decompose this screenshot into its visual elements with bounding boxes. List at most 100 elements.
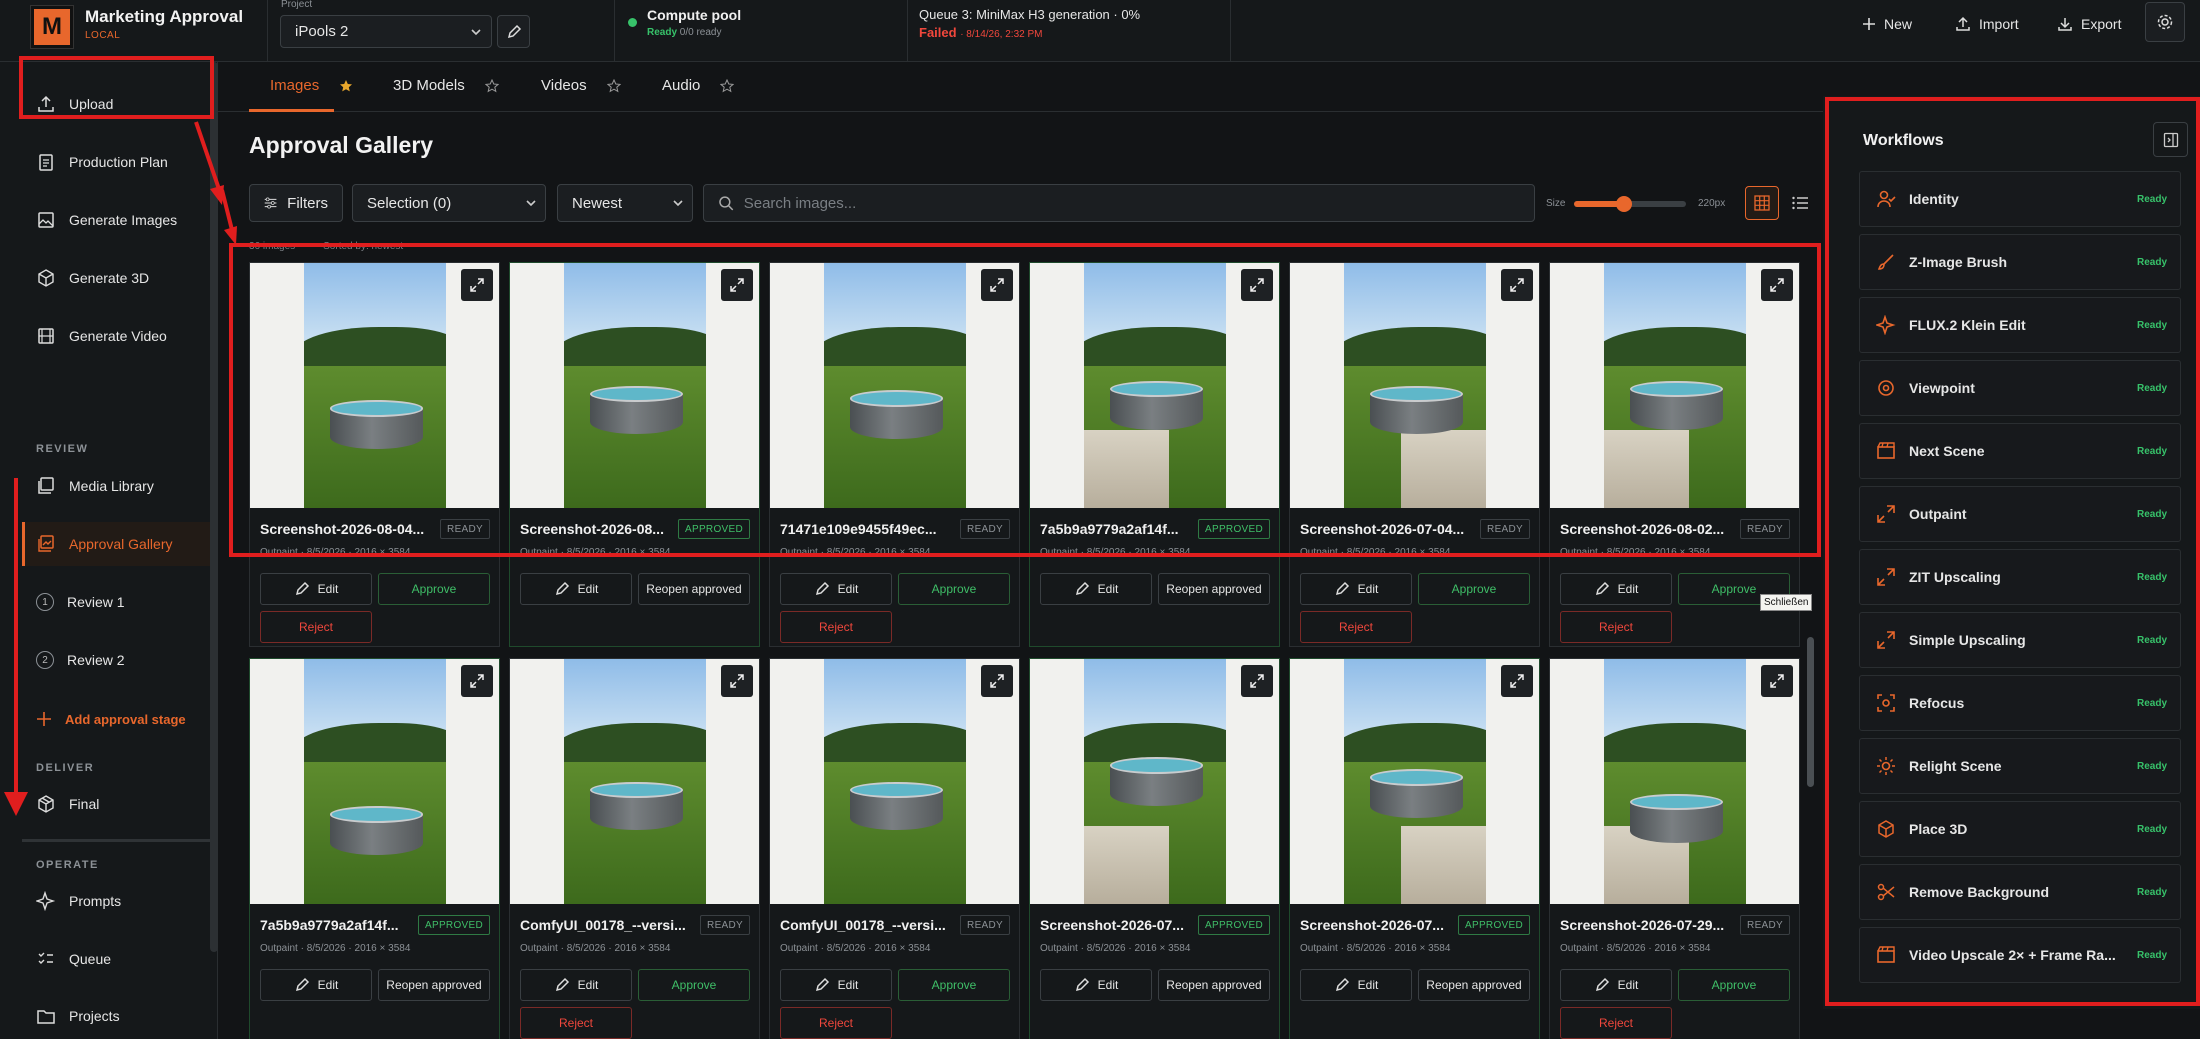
workflow-item[interactable]: Outpaint Ready	[1859, 486, 2181, 542]
gallery-card[interactable]: Screenshot-2026-08... APPROVED Outpaint …	[509, 262, 760, 647]
expand-image-button[interactable]	[981, 665, 1013, 697]
sidebar-item-generate-3d[interactable]: Generate 3D	[22, 256, 210, 300]
expand-image-button[interactable]	[1241, 665, 1273, 697]
workflow-item[interactable]: Next Scene Ready	[1859, 423, 2181, 479]
grid-view-button[interactable]	[1745, 186, 1779, 220]
settings-button[interactable]	[2145, 2, 2185, 42]
gallery-card[interactable]: Screenshot-2026-08-02... READY Outpaint …	[1549, 262, 1800, 647]
approve-button[interactable]: Approve	[1418, 573, 1530, 605]
edit-button[interactable]: Edit	[1300, 969, 1412, 1001]
workflow-item[interactable]: Viewpoint Ready	[1859, 360, 2181, 416]
reject-button[interactable]: Reject	[780, 611, 892, 643]
image-thumbnail[interactable]	[1550, 263, 1799, 508]
edit-button[interactable]: Edit	[1300, 573, 1412, 605]
gallery-card[interactable]: ComfyUI_00178_--versi... READY Outpaint …	[509, 658, 760, 1039]
expand-image-button[interactable]	[721, 269, 753, 301]
image-thumbnail[interactable]	[1550, 659, 1799, 904]
workflow-item[interactable]: Simple Upscaling Ready	[1859, 612, 2181, 668]
workflow-item[interactable]: ZIT Upscaling Ready	[1859, 549, 2181, 605]
expand-image-button[interactable]	[461, 269, 493, 301]
image-thumbnail[interactable]	[770, 659, 1019, 904]
sidebar-item-projects[interactable]: Projects	[22, 994, 210, 1038]
sidebar-scrollbar[interactable]	[210, 62, 218, 952]
sidebar-item-generate-video[interactable]: Generate Video	[22, 314, 210, 358]
sidebar-item-approval-gallery[interactable]: Approval Gallery	[22, 522, 210, 566]
approve-button[interactable]: Approve	[638, 969, 750, 1001]
queue-status[interactable]: Failed · 8/14/26, 2:32 PM	[919, 25, 1042, 40]
star-icon[interactable]	[720, 78, 735, 93]
star-icon[interactable]	[484, 78, 499, 93]
workflow-item[interactable]: Identity Ready	[1859, 171, 2181, 227]
approve-button[interactable]: Approve	[378, 573, 490, 605]
sidebar-item-review-2[interactable]: 2 Review 2	[22, 638, 210, 682]
sidebar-item-prompts[interactable]: Prompts	[22, 879, 210, 923]
size-slider-handle[interactable]	[1616, 196, 1633, 212]
expand-image-button[interactable]	[1501, 665, 1533, 697]
image-thumbnail[interactable]	[1290, 659, 1539, 904]
tab-videos[interactable]: Videos	[541, 77, 621, 94]
search-box[interactable]	[703, 184, 1535, 222]
edit-button[interactable]: Edit	[260, 969, 372, 1001]
workflow-item[interactable]: Z-Image Brush Ready	[1859, 234, 2181, 290]
new-button[interactable]: New	[1862, 12, 1912, 36]
gallery-card[interactable]: Screenshot-2026-07... APPROVED Outpaint …	[1289, 658, 1540, 1039]
reopen-approved-button[interactable]: Reopen approved	[1418, 969, 1530, 1001]
sidebar-item-production-plan[interactable]: Production Plan	[22, 140, 210, 184]
expand-image-button[interactable]	[981, 269, 1013, 301]
expand-image-button[interactable]	[721, 665, 753, 697]
approve-button[interactable]: Approve	[898, 969, 1010, 1001]
search-input[interactable]	[743, 194, 1520, 212]
tab-audio[interactable]: Audio	[662, 77, 735, 94]
collapse-panel-button[interactable]	[2153, 122, 2188, 157]
workflow-item[interactable]: Refocus Ready	[1859, 675, 2181, 731]
edit-button[interactable]: Edit	[780, 573, 892, 605]
workflow-item[interactable]: Relight Scene Ready	[1859, 738, 2181, 794]
workflow-item[interactable]: Place 3D Ready	[1859, 801, 2181, 857]
gallery-card[interactable]: Screenshot-2026-07... APPROVED Outpaint …	[1029, 658, 1280, 1039]
gallery-card[interactable]: Screenshot-2026-08-04... READY Outpaint …	[249, 262, 500, 647]
gallery-card[interactable]: 7a5b9a9779a2af14f... APPROVED Outpaint ·…	[249, 658, 500, 1039]
edit-project-button[interactable]	[497, 15, 530, 48]
size-slider[interactable]	[1574, 196, 1686, 212]
workflow-item[interactable]: FLUX.2 Klein Edit Ready	[1859, 297, 2181, 353]
image-thumbnail[interactable]	[510, 263, 759, 508]
reject-button[interactable]: Reject	[260, 611, 372, 643]
sidebar-item-upload[interactable]: Upload	[22, 82, 210, 126]
sidebar-item-media-library[interactable]: Media Library	[22, 464, 210, 508]
expand-image-button[interactable]	[1761, 665, 1793, 697]
import-button[interactable]: Import	[1955, 12, 2019, 36]
star-icon[interactable]	[606, 78, 621, 93]
sidebar-item-final[interactable]: Final	[22, 782, 210, 826]
image-thumbnail[interactable]	[1290, 263, 1539, 508]
edit-button[interactable]: Edit	[1560, 573, 1672, 605]
tab-images[interactable]: Images	[270, 77, 353, 94]
gallery-card[interactable]: Screenshot-2026-07-29... READY Outpaint …	[1549, 658, 1800, 1039]
edit-button[interactable]: Edit	[520, 573, 632, 605]
sidebar-item-review-1[interactable]: 1 Review 1	[22, 580, 210, 624]
export-button[interactable]: Export	[2057, 12, 2121, 36]
gallery-card[interactable]: 7a5b9a9779a2af14f... APPROVED Outpaint ·…	[1029, 262, 1280, 647]
approve-button[interactable]: Approve	[1678, 969, 1790, 1001]
image-thumbnail[interactable]	[1030, 659, 1279, 904]
reopen-approved-button[interactable]: Reopen approved	[378, 969, 490, 1001]
gallery-scrollbar[interactable]	[1805, 262, 1815, 1039]
reject-button[interactable]: Reject	[1560, 1007, 1672, 1039]
reopen-approved-button[interactable]: Reopen approved	[1158, 573, 1270, 605]
selection-select[interactable]: Selection (0)	[352, 184, 546, 222]
reject-button[interactable]: Reject	[1300, 611, 1412, 643]
image-thumbnail[interactable]	[250, 659, 499, 904]
expand-image-button[interactable]	[461, 665, 493, 697]
add-approval-stage-button[interactable]: Add approval stage	[22, 697, 210, 741]
edit-button[interactable]: Edit	[1040, 573, 1152, 605]
edit-button[interactable]: Edit	[1560, 969, 1672, 1001]
image-thumbnail[interactable]	[770, 263, 1019, 508]
expand-image-button[interactable]	[1501, 269, 1533, 301]
list-view-button[interactable]	[1783, 186, 1817, 220]
approve-button[interactable]: Approve	[898, 573, 1010, 605]
star-filled-icon[interactable]	[339, 79, 353, 93]
gallery-card[interactable]: ComfyUI_00178_--versi... READY Outpaint …	[769, 658, 1020, 1039]
reject-button[interactable]: Reject	[1560, 611, 1672, 643]
sidebar-item-generate-images[interactable]: Generate Images	[22, 198, 210, 242]
image-thumbnail[interactable]	[1030, 263, 1279, 508]
sidebar-item-queue[interactable]: Queue	[22, 937, 210, 981]
